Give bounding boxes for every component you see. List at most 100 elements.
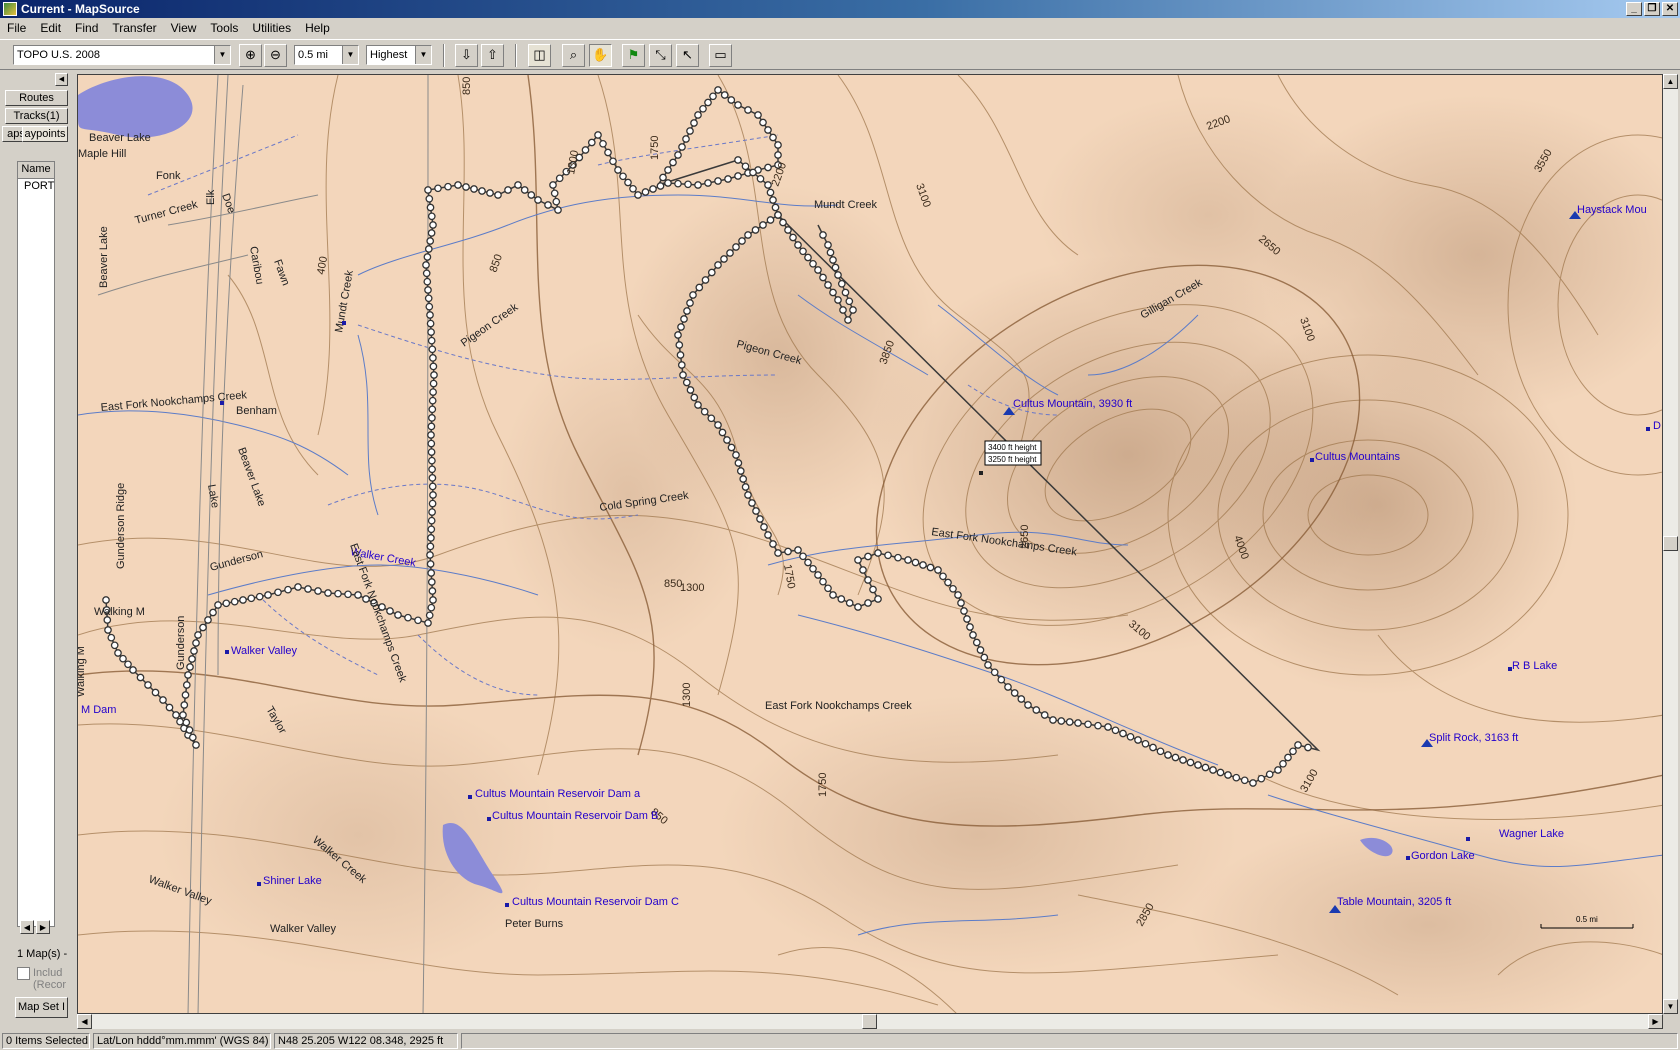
tab-waypoints[interactable]: aypoints <box>22 126 68 142</box>
map-product-select[interactable]: TOPO U.S. 2008 ▼ <box>13 45 231 65</box>
track-point <box>756 174 765 183</box>
waypoint-icon <box>505 903 509 907</box>
track-point <box>1032 706 1041 714</box>
scroll-down-button[interactable]: ▼ <box>1663 999 1678 1014</box>
track-point <box>1289 747 1297 756</box>
list-item[interactable]: PORT <box>18 179 54 193</box>
map-view[interactable]: 850 850 1750 1300 400 850 2200 3100 2200… <box>77 74 1663 1014</box>
send-to-device-button[interactable]: ⇧ <box>481 44 504 67</box>
track-point <box>966 623 974 631</box>
maximize-button[interactable]: ❐ <box>1644 2 1660 16</box>
menu-utilities[interactable]: Utilities <box>245 18 298 38</box>
track-point <box>1104 723 1112 731</box>
close-button[interactable]: ✕ <box>1662 2 1678 16</box>
zoom-scale-select[interactable]: 0.5 mi ▼ <box>294 45 359 65</box>
chevron-down-icon[interactable]: ▼ <box>415 46 431 64</box>
track-point <box>819 273 827 282</box>
track-point <box>428 456 436 465</box>
track-point <box>1194 761 1202 769</box>
zoom-tool-button[interactable]: ⌕ <box>562 44 585 67</box>
tab-tracks[interactable]: Tracks(1) <box>5 108 68 124</box>
menu-view[interactable]: View <box>164 18 204 38</box>
track-point <box>774 151 782 159</box>
track-point <box>864 552 872 561</box>
track-point <box>284 585 292 594</box>
map-tool-button[interactable]: ◫ <box>528 44 551 67</box>
track-point <box>656 182 665 190</box>
map-list[interactable]: Name PORT <box>17 161 55 927</box>
track-point <box>1186 758 1195 767</box>
track-point <box>809 259 817 268</box>
magnifier-icon: ⌕ <box>569 47 578 62</box>
zoom-in-button[interactable]: ⊕ <box>239 44 262 67</box>
map-horizontal-scrollbar[interactable]: ◀ ▶ <box>77 1014 1663 1029</box>
route-tool-button[interactable]: ⤡ <box>649 44 672 67</box>
track-point <box>1094 721 1102 730</box>
track-point <box>255 592 264 601</box>
track-point <box>188 733 197 742</box>
track-point <box>714 177 722 185</box>
track-point <box>424 245 433 253</box>
chevron-down-icon[interactable]: ▼ <box>342 46 358 64</box>
track-point <box>714 261 722 269</box>
tooltip-line: 3250 ft height <box>988 455 1037 464</box>
track-point <box>677 361 686 369</box>
track-point <box>689 291 697 299</box>
track-point <box>839 306 847 314</box>
menu-transfer[interactable]: Transfer <box>105 18 163 38</box>
track-point <box>709 92 717 101</box>
track-point <box>734 172 742 180</box>
waypoint-tool-button[interactable]: ⚑ <box>622 44 645 67</box>
menu-file[interactable]: File <box>0 18 33 38</box>
receive-from-device-button[interactable]: ⇩ <box>455 44 478 67</box>
list-column-header[interactable]: Name <box>18 162 54 179</box>
track-point <box>110 641 119 650</box>
track-point <box>1024 701 1032 709</box>
track-point <box>609 157 617 166</box>
map-vertical-scrollbar[interactable]: ▲ ▼ <box>1663 74 1678 1014</box>
track-point <box>874 595 882 603</box>
list-scroll-right-button[interactable]: ▶ <box>36 920 50 934</box>
zoom-out-button[interactable]: ⊖ <box>264 44 287 67</box>
scroll-left-button[interactable]: ◀ <box>77 1014 92 1029</box>
detail-level-select[interactable]: Highest ▼ <box>366 45 432 65</box>
topographic-map[interactable]: 850 850 1750 1300 400 850 2200 3100 2200… <box>78 75 1663 1014</box>
track-point <box>701 276 710 284</box>
pointer-icon: ↖ <box>682 47 693 62</box>
track-point <box>804 558 812 567</box>
vertical-scroll-thumb[interactable] <box>1663 536 1678 551</box>
horizontal-scroll-thumb[interactable] <box>862 1014 877 1029</box>
scroll-right-button[interactable]: ▶ <box>1648 1014 1663 1029</box>
track-point <box>1284 753 1292 762</box>
place-label: Mundt Creek <box>814 199 877 211</box>
hand-tool-button[interactable]: ✋ <box>589 44 612 67</box>
track-point <box>425 302 434 311</box>
track-point <box>426 203 435 212</box>
scroll-up-button[interactable]: ▲ <box>1663 74 1678 89</box>
poi-label: Shiner Lake <box>263 875 322 887</box>
track-point <box>1017 695 1026 703</box>
menu-tools[interactable]: Tools <box>203 18 245 38</box>
distance-tool-button[interactable]: ▭ <box>709 44 732 67</box>
list-scroll-left-button[interactable]: ◀ <box>20 920 34 934</box>
tab-routes[interactable]: Routes <box>5 90 68 106</box>
place-label: Walker Valley <box>231 645 298 657</box>
minimize-button[interactable]: _ <box>1626 2 1642 16</box>
map-set-button[interactable]: Map Set I <box>15 997 68 1018</box>
selection-tool-button[interactable]: ↖ <box>676 44 699 67</box>
include-checkbox[interactable] <box>17 967 30 980</box>
track-point <box>1149 743 1157 752</box>
menu-help[interactable]: Help <box>298 18 337 38</box>
track-point <box>470 185 478 193</box>
chevron-down-icon[interactable]: ▼ <box>214 46 230 64</box>
hand-icon: ✋ <box>592 47 609 62</box>
menu-edit[interactable]: Edit <box>33 18 68 38</box>
track-point <box>756 515 764 523</box>
waypoint-icon <box>257 882 261 886</box>
sidebar-collapse-button[interactable]: ◀ <box>55 73 68 86</box>
track-point <box>834 296 842 304</box>
track-point <box>1179 756 1187 764</box>
track-point <box>674 179 682 188</box>
track-point <box>427 336 436 345</box>
menu-find[interactable]: Find <box>68 18 105 38</box>
